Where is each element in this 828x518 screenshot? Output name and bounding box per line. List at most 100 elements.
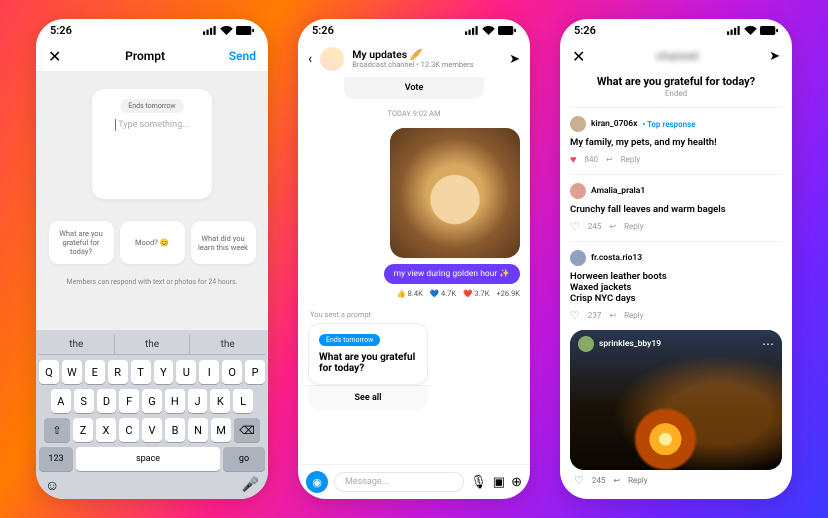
- key-l[interactable]: L: [233, 389, 253, 413]
- clock: 5:26: [50, 24, 72, 37]
- space-key[interactable]: space: [76, 447, 220, 471]
- key-o[interactable]: O: [222, 360, 242, 384]
- like-icon[interactable]: ♡: [570, 220, 580, 233]
- key-v[interactable]: V: [142, 418, 162, 442]
- key-row-4: 123 space go: [39, 447, 265, 471]
- key-p[interactable]: P: [245, 360, 265, 384]
- reactions[interactable]: 👍 8.4K 💙 4.7K ❤️ 3.7K +26.9K: [396, 289, 520, 298]
- predict-3[interactable]: the: [190, 335, 265, 354]
- add-icon[interactable]: ⊕: [511, 475, 522, 490]
- key-y[interactable]: Y: [154, 360, 174, 384]
- chat-header: ‹ My updates 🥖 Broadcast channel • 12.3K…: [298, 41, 530, 77]
- key-x[interactable]: X: [96, 418, 116, 442]
- reply-icon[interactable]: ↩: [606, 155, 613, 164]
- mic-key[interactable]: 🎤: [242, 477, 259, 494]
- back-icon[interactable]: ‹: [308, 51, 312, 67]
- reply-label[interactable]: Reply: [624, 311, 643, 320]
- send-button[interactable]: Send: [229, 49, 256, 63]
- predict-2[interactable]: the: [115, 335, 191, 354]
- text-input[interactable]: Type something...: [115, 119, 190, 131]
- compose-card[interactable]: Ends tomorrow Type something...: [92, 89, 212, 199]
- reaction-1[interactable]: 👍 8.4K: [396, 289, 422, 298]
- key-q[interactable]: Q: [39, 360, 59, 384]
- suggestion-3[interactable]: What did you learn this week: [191, 221, 256, 264]
- key-u[interactable]: U: [176, 360, 196, 384]
- vote-button[interactable]: Vote: [344, 77, 484, 99]
- key-k[interactable]: K: [210, 389, 230, 413]
- suggestion-1[interactable]: What are you grateful for today?: [49, 221, 114, 264]
- share-icon[interactable]: ➤: [509, 52, 520, 67]
- key-z[interactable]: Z: [73, 418, 93, 442]
- chat-scroll[interactable]: Vote TODAY 9:02 AM my view during golden…: [298, 77, 530, 464]
- predict-1[interactable]: the: [39, 335, 115, 354]
- battery-icon: [760, 26, 778, 35]
- message-input[interactable]: Message...: [334, 472, 464, 492]
- like-icon[interactable]: ♡: [574, 474, 584, 487]
- key-m[interactable]: M: [211, 418, 231, 442]
- username: Amalia_prala1: [591, 186, 645, 196]
- key-e[interactable]: E: [85, 360, 105, 384]
- mic-icon[interactable]: 🎙: [470, 475, 487, 490]
- channel-avatar[interactable]: [320, 47, 344, 71]
- battery-icon: [236, 26, 254, 35]
- response-actions: ♥ 840 ↩ Reply: [570, 153, 782, 166]
- message-input-bar: ◉ Message... 🎙 ▣ ⊕: [298, 464, 530, 499]
- close-icon[interactable]: ✕: [572, 47, 585, 66]
- sent-photo[interactable]: [390, 128, 520, 258]
- suggestion-2[interactable]: Mood? 😊: [120, 221, 185, 264]
- top-response-badge: Top response: [642, 120, 695, 129]
- predictive-bar: the the the: [39, 335, 265, 355]
- key-g[interactable]: G: [142, 389, 162, 413]
- channel-title-block[interactable]: My updates 🥖 Broadcast channel • 12.3K m…: [352, 49, 501, 70]
- avatar: [570, 250, 586, 266]
- reply-label[interactable]: Reply: [624, 222, 643, 231]
- reaction-2[interactable]: 💙 4.7K: [430, 289, 456, 298]
- key-b[interactable]: B: [165, 418, 185, 442]
- reply-icon[interactable]: ↩: [613, 476, 620, 485]
- go-key[interactable]: go: [223, 447, 265, 471]
- reaction-3[interactable]: ❤️ 3.7K: [463, 289, 489, 298]
- shift-key[interactable]: ⇧: [44, 418, 70, 442]
- key-j[interactable]: J: [188, 389, 208, 413]
- key-t[interactable]: T: [131, 360, 151, 384]
- key-a[interactable]: A: [51, 389, 71, 413]
- like-icon[interactable]: ♡: [570, 309, 580, 322]
- key-h[interactable]: H: [165, 389, 185, 413]
- key-s[interactable]: S: [74, 389, 94, 413]
- key-f[interactable]: F: [119, 389, 139, 413]
- channel-subtitle: Broadcast channel • 12.3K members: [352, 60, 501, 69]
- response-header[interactable]: Amalia_prala1: [570, 183, 782, 199]
- reply-icon[interactable]: ↩: [609, 222, 616, 231]
- like-icon[interactable]: ♥: [570, 153, 577, 166]
- responses-list[interactable]: kiran_0706x Top response My family, my p…: [560, 107, 792, 499]
- you-sent-label: You sent a prompt: [310, 310, 371, 319]
- reaction-more[interactable]: +26.9K: [496, 289, 520, 298]
- image-icon[interactable]: ▣: [493, 475, 505, 490]
- channel-chat-screen: 5:26 ‹ My updates 🥖 Broadcast channel • …: [298, 19, 530, 499]
- share-icon[interactable]: ➤: [769, 49, 780, 64]
- response-header[interactable]: fr.costa.rio13: [570, 250, 782, 266]
- key-c[interactable]: C: [119, 418, 139, 442]
- backspace-key[interactable]: ⌫: [234, 418, 260, 442]
- prompt-card[interactable]: Ends tomorrow What are you grateful for …: [308, 323, 428, 385]
- reply-label[interactable]: Reply: [628, 476, 647, 485]
- more-icon[interactable]: ⋯: [762, 337, 774, 351]
- camera-button[interactable]: ◉: [306, 471, 328, 493]
- key-d[interactable]: D: [97, 389, 117, 413]
- keyboard-footer: ☺ 🎤: [39, 471, 265, 496]
- response-header[interactable]: kiran_0706x Top response: [570, 116, 782, 132]
- reply-label[interactable]: Reply: [621, 155, 640, 164]
- response-item: Amalia_prala1 Crunchy fall leaves and wa…: [570, 174, 782, 241]
- key-n[interactable]: N: [188, 418, 208, 442]
- key-w[interactable]: W: [62, 360, 82, 384]
- reply-icon[interactable]: ↩: [609, 311, 616, 320]
- status-bar: 5:26: [298, 19, 530, 41]
- emoji-key[interactable]: ☺: [45, 477, 59, 494]
- close-icon[interactable]: ✕: [48, 47, 61, 66]
- numbers-key[interactable]: 123: [39, 447, 73, 471]
- key-i[interactable]: I: [199, 360, 219, 384]
- clock: 5:26: [574, 24, 596, 37]
- response-photo-item[interactable]: sprinkles_bby19 ⋯: [570, 330, 782, 470]
- key-r[interactable]: R: [108, 360, 128, 384]
- see-all-button[interactable]: See all: [308, 385, 428, 410]
